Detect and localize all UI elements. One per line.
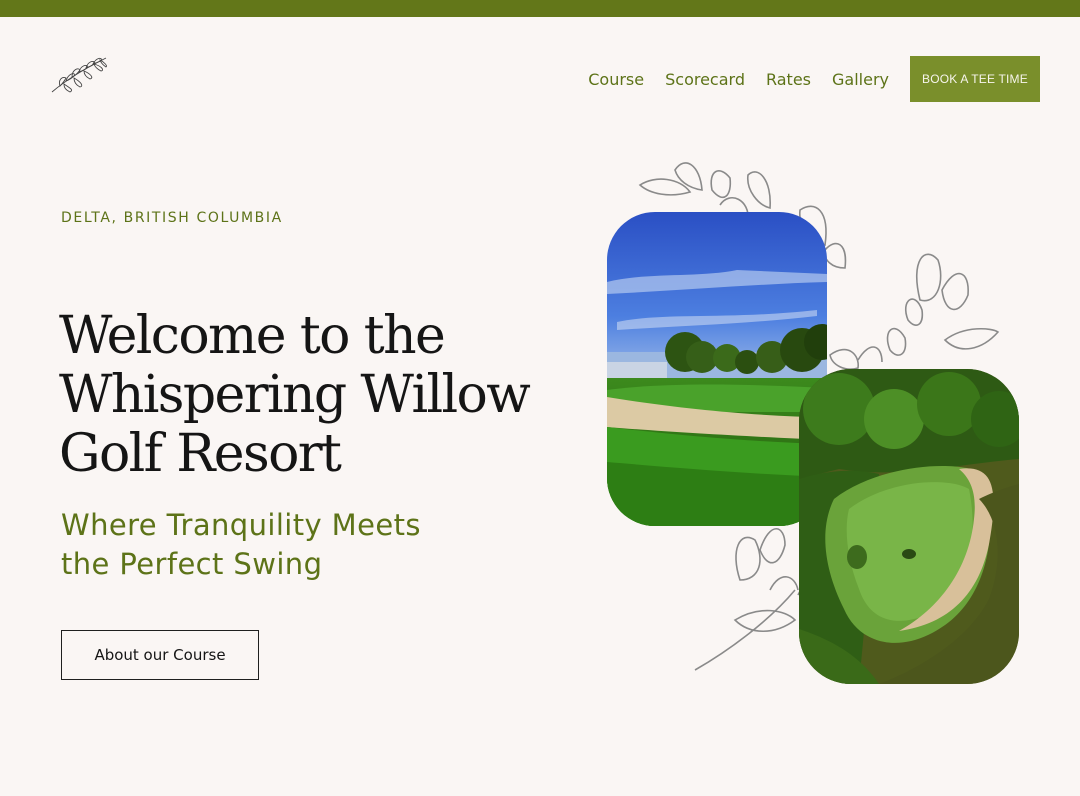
- page-title: Welcome to the Whispering Willow Golf Re…: [59, 307, 559, 484]
- nav-link-course[interactable]: Course: [588, 70, 644, 89]
- tagline: Where Tranquility Meets the Perfect Swin…: [61, 506, 531, 584]
- page: Course Scorecard Rates Gallery BOOK A TE…: [0, 0, 1080, 796]
- about-course-button[interactable]: About our Course: [61, 630, 259, 680]
- tagline-line-1: Where Tranquility Meets: [61, 508, 421, 542]
- course-fairway-photo: [607, 212, 827, 526]
- main-nav: Course Scorecard Rates Gallery BOOK A TE…: [588, 56, 1040, 102]
- nav-link-scorecard[interactable]: Scorecard: [665, 70, 745, 89]
- headline-line-3: Golf Resort: [59, 424, 342, 484]
- headline-line-1: Welcome to the: [59, 306, 446, 366]
- headline-line-2: Whispering Willow: [59, 365, 531, 425]
- book-tee-time-button[interactable]: BOOK A TEE TIME: [910, 56, 1040, 102]
- location-label: DELTA, BRITISH COLUMBIA: [61, 210, 283, 226]
- top-accent-bar: [0, 0, 1080, 17]
- aerial-green-photo: [799, 369, 1019, 684]
- tagline-line-2: the Perfect Swing: [61, 547, 323, 581]
- nav-link-rates[interactable]: Rates: [766, 70, 811, 89]
- nav-link-gallery[interactable]: Gallery: [832, 70, 889, 89]
- willow-branch-logo-icon[interactable]: [48, 48, 112, 96]
